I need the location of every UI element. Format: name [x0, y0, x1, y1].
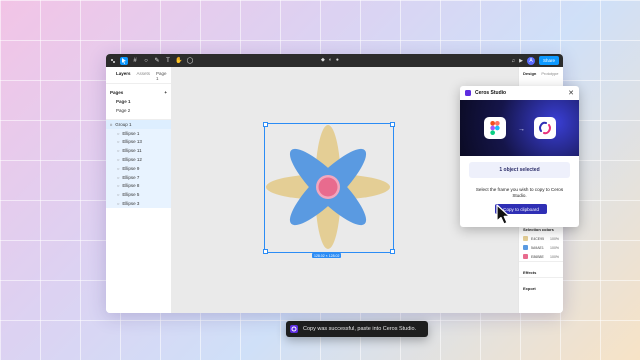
ellipse-icon: ○	[117, 139, 120, 145]
text-tool-icon[interactable]: T	[164, 57, 172, 65]
plugin-header: Ceros Studio ✕	[460, 86, 579, 100]
ceros-app-icon	[534, 117, 556, 139]
resize-handle-tl[interactable]	[263, 122, 268, 127]
tab-prototype[interactable]: Prototype	[541, 71, 558, 76]
toolbar-right-group: ♫ ▶ A Share	[511, 56, 559, 65]
plugin-title: Ceros Studio	[475, 90, 507, 96]
layer-row[interactable]: ○ Ellipse 12	[106, 155, 171, 164]
layer-label: Ellipse 12	[122, 157, 142, 163]
color-row[interactable]: 5A9AE1 100%	[519, 243, 563, 252]
pen-tool-icon[interactable]: ✎	[153, 57, 161, 65]
tab-layers[interactable]: Layers	[116, 71, 131, 81]
figma-logo-icon	[484, 117, 506, 139]
layer-label: Ellipse 8	[122, 183, 140, 189]
layer-label: Ellipse 1	[122, 130, 140, 136]
plugin-hero-banner: →	[460, 100, 579, 156]
shape-tool-icon[interactable]: ○	[142, 57, 150, 65]
color-swatch[interactable]	[523, 254, 528, 259]
add-page-icon[interactable]: +	[164, 90, 167, 95]
plugin-instructions: Select the frame you wish to copy to Cer…	[475, 187, 564, 198]
layer-row[interactable]: ○ Ellipse 13	[106, 137, 171, 147]
color-hex: E4CE95	[531, 236, 545, 241]
color-hex: 5A9AE1	[531, 245, 544, 250]
color-opacity: 100%	[550, 236, 559, 241]
color-row[interactable]: E4CE95 100%	[519, 234, 563, 243]
pages-header: Pages +	[106, 83, 171, 97]
ellipse-icon: ○	[117, 201, 120, 207]
play-icon[interactable]: ▶	[519, 58, 523, 64]
group-icon: #	[110, 121, 113, 127]
layers-panel: Layers Assets Page 1 Pages + Page 1 Page…	[106, 67, 172, 313]
ellipse-icon: ○	[117, 174, 120, 180]
layer-row[interactable]: ○ Ellipse 8	[106, 181, 171, 191]
layers-panel-tabs: Layers Assets Page 1	[106, 67, 171, 83]
ceros-plugin-window: Ceros Studio ✕ → 1 object selected Selec…	[460, 86, 579, 227]
component-icon[interactable]: ◆	[321, 57, 325, 63]
export-title[interactable]: Export	[519, 277, 563, 293]
page-selector[interactable]: Page 1	[156, 71, 167, 81]
ceros-logo-icon	[290, 325, 298, 333]
layer-label: Ellipse 13	[122, 139, 142, 145]
layer-row[interactable]: ○ Ellipse 9	[106, 163, 171, 173]
ellipse-icon: ○	[117, 130, 120, 136]
ellipse-icon: ○	[117, 165, 120, 171]
hand-tool-icon[interactable]: ✋	[175, 57, 183, 65]
move-tool-icon[interactable]	[120, 56, 128, 65]
tab-design[interactable]: Design	[523, 71, 536, 76]
layer-label: Ellipse 5	[122, 192, 140, 198]
avatar[interactable]: A	[526, 56, 535, 65]
frame-tool-icon[interactable]: #	[131, 57, 139, 65]
color-hex: E86B8E	[531, 254, 544, 259]
layer-row[interactable]: ○ Ellipse 7	[106, 172, 171, 182]
color-opacity: 100%	[550, 245, 559, 250]
toolbar-center-group: ◆ ◐ ●	[321, 57, 339, 63]
ellipse-icon: ○	[117, 183, 120, 189]
layer-row[interactable]: ○ Ellipse 5	[106, 190, 171, 200]
selection-box	[263, 122, 395, 254]
effects-title[interactable]: Effects	[519, 261, 563, 277]
ellipse-icon: ○	[117, 148, 120, 154]
dimension-label: 128.02 × 128.02	[312, 253, 342, 258]
page-item-1[interactable]: Page 1	[106, 97, 171, 106]
headphones-icon[interactable]: ♫	[511, 58, 515, 64]
color-row[interactable]: E86B8E 100%	[519, 252, 563, 261]
layer-label: Ellipse 11	[122, 148, 142, 154]
top-toolbar: # ○ ✎ T ✋ ◯ ◆ ◐ ● ♫ ▶ A Share	[106, 54, 563, 67]
boolean-icon[interactable]: ●	[336, 57, 339, 63]
layer-list: # Group 1 ○ Ellipse 1 ○ Ellipse 13 ○ Ellips…	[106, 119, 171, 208]
selection-status: 1 object selected	[469, 162, 570, 178]
mouse-cursor-icon	[496, 204, 511, 225]
layer-row[interactable]: ○ Ellipse 3	[106, 199, 171, 208]
layer-row[interactable]: ○ Ellipse 1	[106, 128, 171, 138]
resize-handle-bl[interactable]	[263, 249, 268, 254]
page-item-2[interactable]: Page 2	[106, 106, 171, 115]
layer-row-group[interactable]: # Group 1	[106, 120, 171, 129]
ellipse-icon: ○	[117, 192, 120, 198]
main-menu-icon[interactable]	[109, 57, 117, 65]
color-swatch[interactable]	[523, 245, 528, 250]
color-swatch[interactable]	[523, 236, 528, 241]
resize-handle-tr[interactable]	[390, 122, 395, 127]
success-toast: Copy was successful, paste into Ceros St…	[286, 321, 428, 337]
layer-label: Group 1	[115, 121, 132, 127]
tab-assets[interactable]: Assets	[137, 71, 151, 81]
mask-icon[interactable]: ◐	[329, 57, 332, 63]
arrow-right-icon: →	[518, 126, 525, 133]
layer-label: Ellipse 7	[122, 174, 140, 180]
share-button[interactable]: Share	[538, 56, 559, 65]
layer-label: Ellipse 9	[122, 165, 140, 171]
close-icon[interactable]: ✕	[568, 89, 574, 97]
comment-tool-icon[interactable]: ◯	[186, 57, 194, 65]
color-opacity: 100%	[550, 254, 559, 259]
properties-tabs: Design Prototype	[519, 67, 563, 80]
ellipse-icon: ○	[117, 157, 120, 163]
ceros-logo-icon	[465, 90, 471, 96]
pages-title: Pages	[110, 90, 124, 95]
layer-label: Ellipse 3	[122, 201, 140, 207]
toast-message: Copy was successful, paste into Ceros St…	[303, 326, 417, 332]
resize-handle-br[interactable]	[390, 249, 395, 254]
layer-row[interactable]: ○ Ellipse 11	[106, 146, 171, 156]
